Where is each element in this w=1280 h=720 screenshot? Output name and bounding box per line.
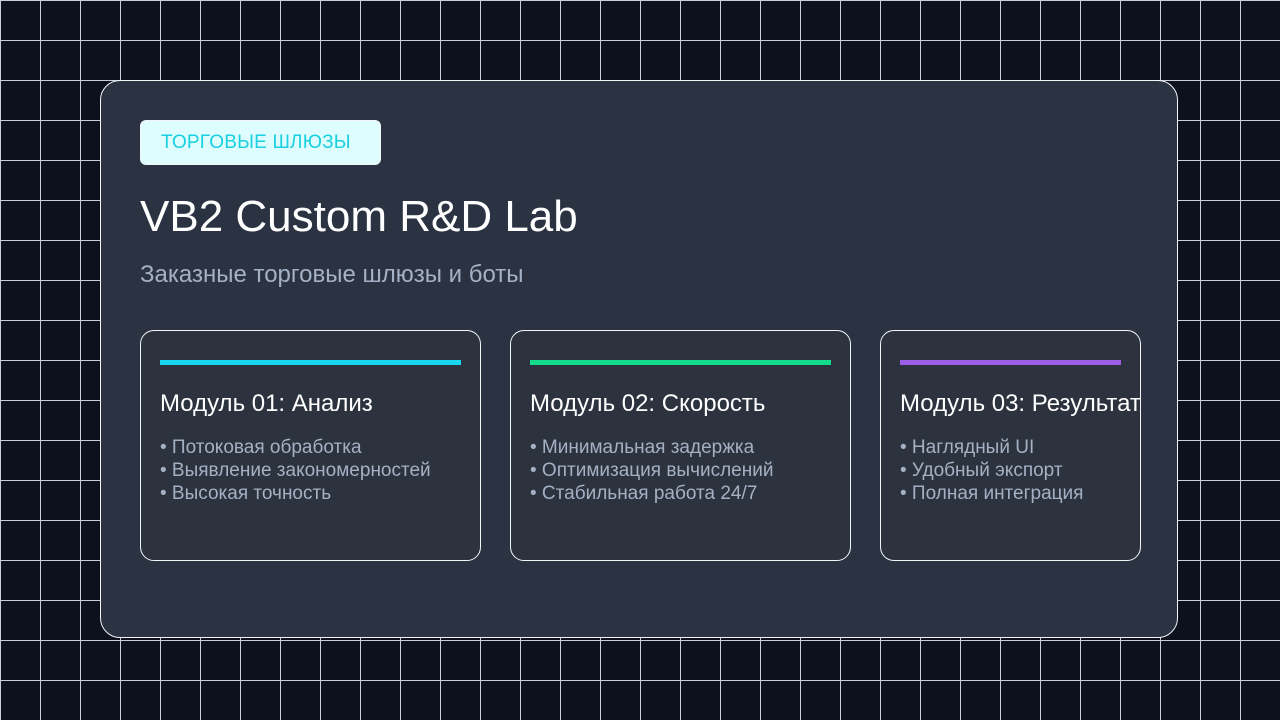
module-feature: • Высокая точность: [160, 483, 332, 504]
module-title: Модуль 03: Результат: [900, 390, 1141, 417]
content-panel: ТОРГОВЫЕ ШЛЮЗЫ VB2 Custom R&D Lab Заказн…: [100, 80, 1178, 638]
module-title: Модуль 01: Анализ: [160, 390, 373, 417]
category-badge: ТОРГОВЫЕ ШЛЮЗЫ: [140, 120, 381, 165]
page-title: VB2 Custom R&D Lab: [140, 192, 578, 241]
module-feature: • Наглядный UI: [900, 437, 1035, 458]
module-feature: • Полная интеграция: [900, 483, 1084, 504]
module-feature-list: • Наглядный UI • Удобный экспорт • Полна…: [900, 436, 1083, 505]
module-feature: • Оптимизация вычислений: [530, 460, 774, 481]
module-feature: • Потоковая обработка: [160, 437, 362, 458]
module-card-result: Модуль 03: Результат • Наглядный UI • Уд…: [880, 330, 1141, 561]
module-feature: • Стабильная работа 24/7: [530, 483, 758, 504]
module-feature-list: • Потоковая обработка • Выявление законо…: [160, 436, 431, 505]
page-subtitle: Заказные торговые шлюзы и боты: [140, 261, 524, 288]
module-feature-list: • Минимальная задержка • Оптимизация выч…: [530, 436, 773, 505]
module-accent-bar: [900, 360, 1121, 365]
module-title: Модуль 02: Скорость: [530, 390, 766, 417]
module-card-analysis: Модуль 01: Анализ • Потоковая обработка …: [140, 330, 481, 561]
module-accent-bar: [160, 360, 461, 365]
module-card-speed: Модуль 02: Скорость • Минимальная задерж…: [510, 330, 851, 561]
module-accent-bar: [530, 360, 831, 365]
module-feature: • Удобный экспорт: [900, 460, 1063, 481]
module-feature: • Выявление закономерностей: [160, 460, 431, 481]
module-feature: • Минимальная задержка: [530, 437, 755, 458]
